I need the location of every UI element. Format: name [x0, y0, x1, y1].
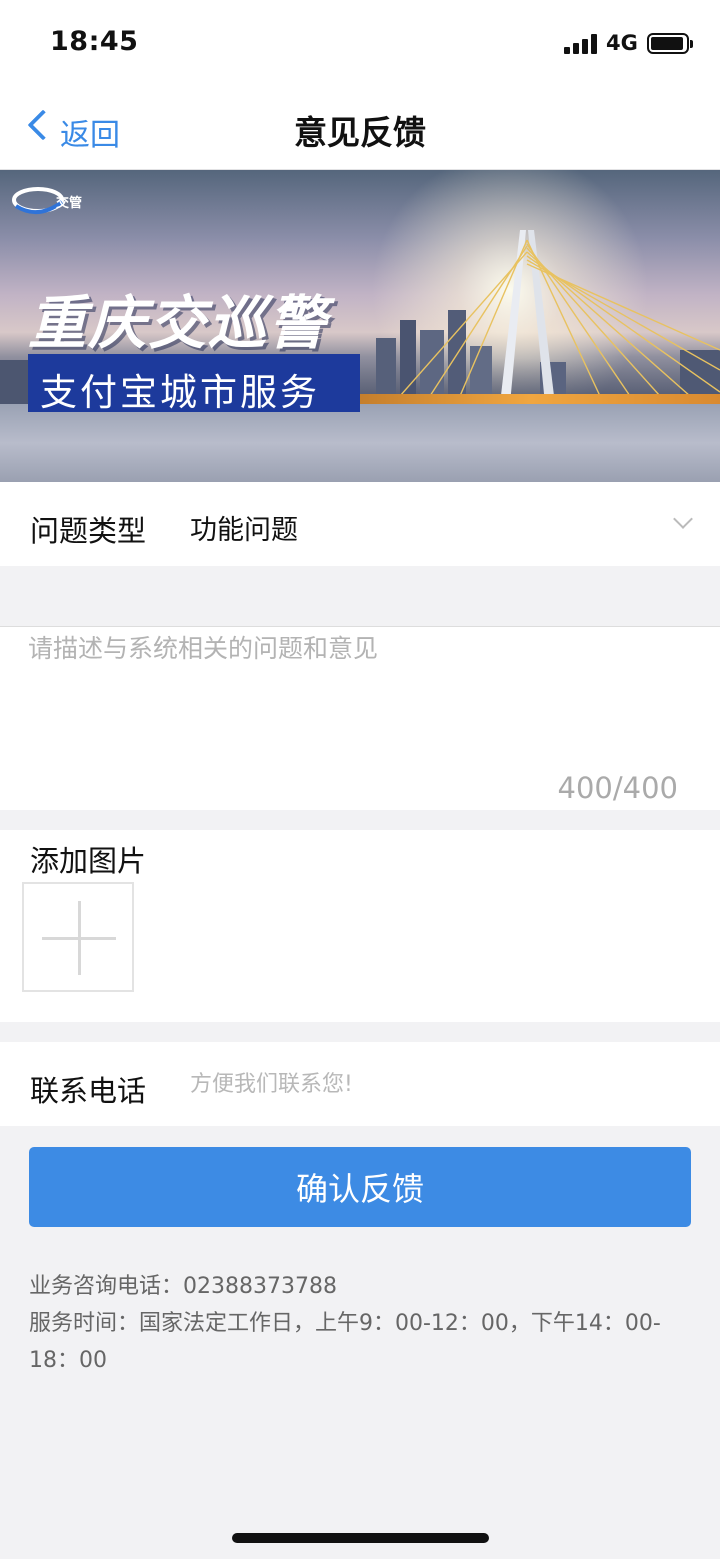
phone-input[interactable]: [190, 1064, 690, 1104]
add-image-label: 添加图片: [30, 844, 147, 878]
service-hours-text: 服务时间：国家法定工作日，上午9：00-12：00，下午14：00-18：00: [29, 1311, 661, 1373]
description-input[interactable]: [28, 627, 708, 767]
status-bar: 18:45 4G: [0, 0, 720, 88]
banner-logo-text: 交管: [56, 196, 83, 211]
banner-title: 重庆交巡警: [28, 289, 329, 357]
plus-icon: [42, 901, 116, 975]
description-box: 400/400: [0, 626, 720, 810]
signal-icon: [564, 34, 598, 54]
service-info: 业务咨询电话：02388373788 服务时间：国家法定工作日，上午9：00-1…: [29, 1268, 699, 1379]
service-phone-text: 业务咨询电话：02388373788: [29, 1274, 337, 1299]
problem-type-select[interactable]: 问题类型 功能问题: [0, 482, 720, 566]
chevron-down-icon: [673, 509, 693, 529]
problem-type-value: 功能问题: [190, 515, 298, 546]
navigation-bar: 返回 意见反馈: [0, 88, 720, 170]
banner-subtitle: 支付宝城市服务: [28, 354, 360, 414]
phone-row: 联系电话: [0, 1042, 720, 1126]
char-count: 400/400: [557, 771, 678, 805]
page-title: 意见反馈: [294, 113, 426, 152]
network-label: 4G: [606, 31, 638, 55]
image-section: 添加图片: [0, 830, 720, 1022]
bridge-deck: [340, 394, 720, 404]
problem-type-label: 问题类型: [30, 514, 147, 548]
battery-tip: [690, 40, 693, 48]
phone-label: 联系电话: [30, 1074, 147, 1108]
add-image-button[interactable]: [22, 882, 134, 992]
battery-icon: [647, 33, 689, 54]
submit-feedback-button[interactable]: 确认反馈: [29, 1147, 691, 1227]
home-indicator[interactable]: [232, 1533, 489, 1543]
status-time: 18:45: [50, 26, 139, 57]
banner-image: 交管 重庆交巡警 支付宝城市服务: [0, 170, 720, 482]
